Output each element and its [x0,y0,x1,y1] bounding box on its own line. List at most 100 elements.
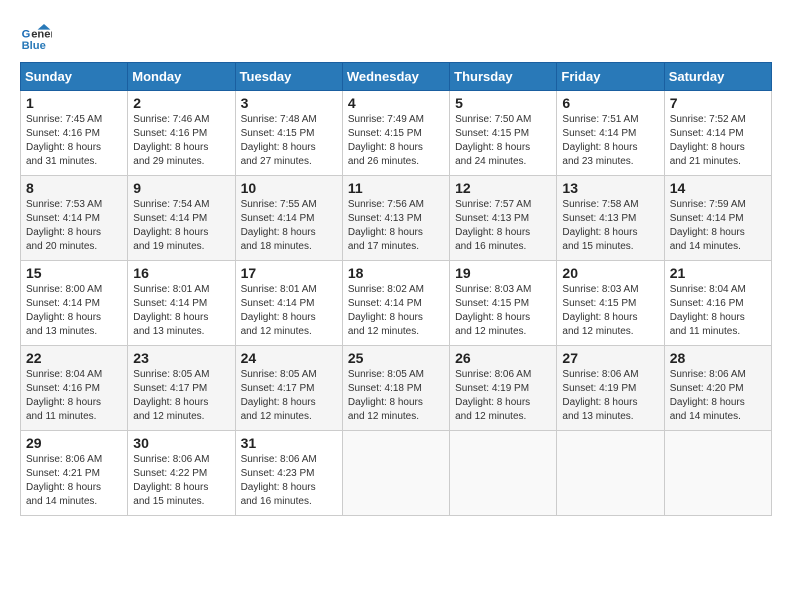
svg-text:Blue: Blue [22,40,46,52]
day-info: Sunrise: 8:05 AMSunset: 4:17 PMDaylight:… [133,368,229,424]
calendar-cell: 22 Sunrise: 8:04 AMSunset: 4:16 PMDayligh… [21,346,128,431]
day-number: 31 [241,435,337,451]
calendar-week-1: 1 Sunrise: 7:45 AMSunset: 4:16 PMDaylight… [21,91,772,176]
day-info: Sunrise: 8:03 AMSunset: 4:15 PMDaylight:… [455,283,551,339]
day-number: 27 [562,350,658,366]
day-info: Sunrise: 7:49 AMSunset: 4:15 PMDaylight:… [348,113,444,169]
calendar-cell: 13 Sunrise: 7:58 AMSunset: 4:13 PMDayligh… [557,176,664,261]
calendar-cell: 26 Sunrise: 8:06 AMSunset: 4:19 PMDayligh… [450,346,557,431]
day-number: 10 [241,180,337,196]
day-info: Sunrise: 7:53 AMSunset: 4:14 PMDaylight:… [26,198,122,254]
calendar-cell: 1 Sunrise: 7:45 AMSunset: 4:16 PMDaylight… [21,91,128,176]
calendar-cell: 23 Sunrise: 8:05 AMSunset: 4:17 PMDayligh… [128,346,235,431]
day-info: Sunrise: 8:01 AMSunset: 4:14 PMDaylight:… [133,283,229,339]
day-number: 15 [26,265,122,281]
day-info: Sunrise: 7:56 AMSunset: 4:13 PMDaylight:… [348,198,444,254]
day-info: Sunrise: 8:06 AMSunset: 4:19 PMDaylight:… [455,368,551,424]
day-info: Sunrise: 7:45 AMSunset: 4:16 PMDaylight:… [26,113,122,169]
day-number: 9 [133,180,229,196]
day-number: 19 [455,265,551,281]
day-number: 26 [455,350,551,366]
day-number: 13 [562,180,658,196]
logo: G eneral Blue [20,20,56,52]
calendar-cell: 28 Sunrise: 8:06 AMSunset: 4:20 PMDayligh… [664,346,771,431]
day-number: 22 [26,350,122,366]
calendar-cell [557,431,664,516]
calendar-cell [342,431,449,516]
day-info: Sunrise: 8:00 AMSunset: 4:14 PMDaylight:… [26,283,122,339]
calendar-cell: 31Sunrise: 8:06 AMSunset: 4:23 PMDayligh… [235,431,342,516]
day-number: 28 [670,350,766,366]
day-info: Sunrise: 8:03 AMSunset: 4:15 PMDaylight:… [562,283,658,339]
day-info: Sunrise: 7:46 AMSunset: 4:16 PMDaylight:… [133,113,229,169]
calendar-cell: 8 Sunrise: 7:53 AMSunset: 4:14 PMDaylight… [21,176,128,261]
day-info: Sunrise: 8:06 AMSunset: 4:19 PMDaylight:… [562,368,658,424]
day-info: Sunrise: 7:48 AMSunset: 4:15 PMDaylight:… [241,113,337,169]
day-info: Sunrise: 7:50 AMSunset: 4:15 PMDaylight:… [455,113,551,169]
day-info: Sunrise: 8:04 AMSunset: 4:16 PMDaylight:… [670,283,766,339]
calendar-week-5: 29 Sunrise: 8:06 AMSunset: 4:21 PMDayligh… [21,431,772,516]
calendar-cell: 3 Sunrise: 7:48 AMSunset: 4:15 PMDaylight… [235,91,342,176]
calendar-table: SundayMondayTuesdayWednesdayThursdayFrid… [20,62,772,516]
day-number: 18 [348,265,444,281]
calendar-cell: 20 Sunrise: 8:03 AMSunset: 4:15 PMDayligh… [557,261,664,346]
day-number: 16 [133,265,229,281]
day-info: Sunrise: 7:52 AMSunset: 4:14 PMDaylight:… [670,113,766,169]
day-number: 14 [670,180,766,196]
day-header-thursday: Thursday [450,63,557,91]
day-number: 12 [455,180,551,196]
day-info: Sunrise: 7:54 AMSunset: 4:14 PMDaylight:… [133,198,229,254]
calendar-cell: 7 Sunrise: 7:52 AMSunset: 4:14 PMDaylight… [664,91,771,176]
logo-icon: G eneral Blue [20,20,52,52]
calendar-cell [664,431,771,516]
calendar-cell: 16 Sunrise: 8:01 AMSunset: 4:14 PMDayligh… [128,261,235,346]
calendar-cell: 9 Sunrise: 7:54 AMSunset: 4:14 PMDaylight… [128,176,235,261]
calendar-cell: 4 Sunrise: 7:49 AMSunset: 4:15 PMDaylight… [342,91,449,176]
calendar-cell: 30Sunrise: 8:06 AMSunset: 4:22 PMDayligh… [128,431,235,516]
day-info: Sunrise: 8:05 AMSunset: 4:17 PMDaylight:… [241,368,337,424]
svg-text:eneral: eneral [31,29,52,41]
day-info: Sunrise: 8:01 AMSunset: 4:14 PMDaylight:… [241,283,337,339]
svg-text:G: G [22,29,31,41]
day-number: 24 [241,350,337,366]
calendar-cell: 10 Sunrise: 7:55 AMSunset: 4:14 PMDayligh… [235,176,342,261]
day-info: Sunrise: 8:06 AMSunset: 4:21 PMDaylight:… [26,453,122,509]
calendar-cell [450,431,557,516]
day-number: 4 [348,95,444,111]
day-header-wednesday: Wednesday [342,63,449,91]
day-info: Sunrise: 7:51 AMSunset: 4:14 PMDaylight:… [562,113,658,169]
calendar-header-row: SundayMondayTuesdayWednesdayThursdayFrid… [21,63,772,91]
calendar-week-4: 22 Sunrise: 8:04 AMSunset: 4:16 PMDayligh… [21,346,772,431]
day-number: 20 [562,265,658,281]
day-header-friday: Friday [557,63,664,91]
calendar-cell: 27 Sunrise: 8:06 AMSunset: 4:19 PMDayligh… [557,346,664,431]
calendar-cell: 25Sunrise: 8:05 AMSunset: 4:18 PMDayligh… [342,346,449,431]
day-number: 3 [241,95,337,111]
calendar-cell: 19 Sunrise: 8:03 AMSunset: 4:15 PMDayligh… [450,261,557,346]
day-number: 25 [348,350,444,366]
calendar-week-3: 15 Sunrise: 8:00 AMSunset: 4:14 PMDayligh… [21,261,772,346]
day-number: 21 [670,265,766,281]
day-number: 2 [133,95,229,111]
day-number: 17 [241,265,337,281]
calendar-cell: 12Sunrise: 7:57 AMSunset: 4:13 PMDayligh… [450,176,557,261]
calendar-cell: 5Sunrise: 7:50 AMSunset: 4:15 PMDaylight… [450,91,557,176]
day-header-monday: Monday [128,63,235,91]
day-number: 30 [133,435,229,451]
day-info: Sunrise: 8:04 AMSunset: 4:16 PMDaylight:… [26,368,122,424]
calendar-cell: 14Sunrise: 7:59 AMSunset: 4:14 PMDayligh… [664,176,771,261]
day-info: Sunrise: 7:55 AMSunset: 4:14 PMDaylight:… [241,198,337,254]
page-header: G eneral Blue [20,20,772,52]
day-number: 7 [670,95,766,111]
day-info: Sunrise: 8:06 AMSunset: 4:20 PMDaylight:… [670,368,766,424]
day-number: 8 [26,180,122,196]
calendar-cell: 6Sunrise: 7:51 AMSunset: 4:14 PMDaylight… [557,91,664,176]
day-number: 23 [133,350,229,366]
day-header-tuesday: Tuesday [235,63,342,91]
day-number: 1 [26,95,122,111]
day-number: 11 [348,180,444,196]
calendar-cell: 21 Sunrise: 8:04 AMSunset: 4:16 PMDayligh… [664,261,771,346]
day-number: 29 [26,435,122,451]
day-info: Sunrise: 7:58 AMSunset: 4:13 PMDaylight:… [562,198,658,254]
day-header-sunday: Sunday [21,63,128,91]
